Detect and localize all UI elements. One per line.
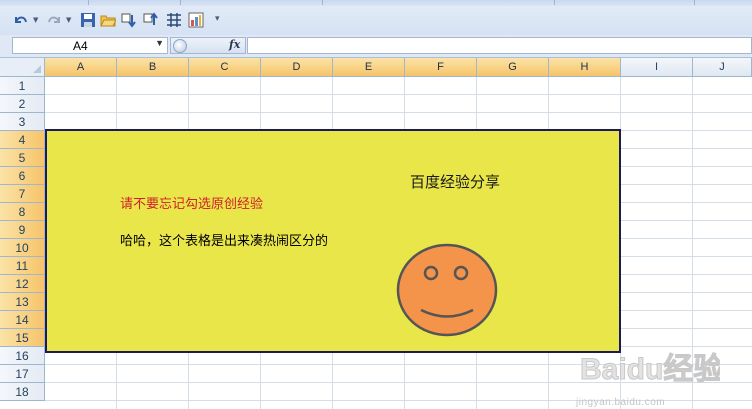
sheet-title: 百度经验分享 bbox=[410, 173, 501, 191]
chevron-down-icon[interactable]: ▼ bbox=[155, 38, 164, 48]
row-header-9[interactable]: 9 bbox=[0, 221, 45, 239]
column-header-f[interactable]: F bbox=[405, 58, 477, 77]
column-header-c[interactable]: C bbox=[189, 58, 261, 77]
table-icon[interactable] bbox=[166, 12, 182, 28]
ribbon-tab-segment bbox=[0, 0, 89, 5]
sort-descending-icon[interactable] bbox=[143, 12, 159, 28]
redo-icon[interactable] bbox=[46, 12, 62, 28]
smiley-face-icon[interactable] bbox=[396, 243, 498, 337]
insert-function-button[interactable]: fx bbox=[229, 38, 240, 51]
ribbon-tab-segment bbox=[556, 0, 695, 5]
undo-icon[interactable] bbox=[13, 12, 29, 28]
ribbon-tab-segment bbox=[324, 0, 555, 5]
worksheet-grid: ABCDEFGHIJ 1 2 3 4 5 6 7 8 9 10 11 12 13 14 15 16 17 18 百… bbox=[0, 58, 752, 409]
column-header-g[interactable]: G bbox=[477, 58, 549, 77]
row-header-8[interactable]: 8 bbox=[0, 203, 45, 221]
column-header-e[interactable]: E bbox=[333, 58, 405, 77]
quick-access-toolbar: ▼ ▼ ▾ bbox=[0, 0, 752, 36]
row-header-3[interactable]: 3 bbox=[0, 113, 45, 131]
column-header-h[interactable]: H bbox=[549, 58, 621, 77]
row-header-5[interactable]: 5 bbox=[0, 149, 45, 167]
name-box[interactable]: A4 ▼ bbox=[12, 37, 168, 54]
grid-row-line bbox=[45, 112, 752, 113]
note-text: 哈哈，这个表格是出来凑热闹区分的 bbox=[120, 234, 329, 249]
row-header-16[interactable]: 16 bbox=[0, 347, 45, 365]
row-header-7[interactable]: 7 bbox=[0, 185, 45, 203]
chart-icon[interactable] bbox=[188, 12, 204, 28]
save-icon[interactable] bbox=[80, 12, 96, 28]
column-header-i[interactable]: I bbox=[621, 58, 693, 77]
column-header-a[interactable]: A bbox=[45, 58, 117, 77]
formula-input[interactable] bbox=[247, 37, 752, 54]
row-header-13[interactable]: 13 bbox=[0, 293, 45, 311]
row-header-1[interactable]: 1 bbox=[0, 77, 45, 95]
column-header-d[interactable]: D bbox=[261, 58, 333, 77]
open-icon[interactable] bbox=[100, 12, 116, 28]
row-header-10[interactable]: 10 bbox=[0, 239, 45, 257]
customize-icon[interactable]: ▾ bbox=[215, 14, 220, 24]
sort-ascending-icon[interactable] bbox=[121, 12, 137, 28]
row-header-11[interactable]: 11 bbox=[0, 257, 45, 275]
row-header-4[interactable]: 4 bbox=[0, 131, 45, 149]
watermark-subtext: jingyan.baidu.com bbox=[576, 397, 666, 408]
formula-controls: fx bbox=[170, 37, 246, 54]
select-all-icon bbox=[33, 65, 41, 73]
redo-dropdown-icon[interactable]: ▼ bbox=[66, 16, 71, 24]
grid-row-line bbox=[45, 94, 752, 95]
formula-bar: A4 ▼ fx bbox=[0, 35, 752, 58]
row-header-17[interactable]: 17 bbox=[0, 365, 45, 383]
undo-dropdown-icon[interactable]: ▼ bbox=[33, 16, 38, 24]
expand-knob-icon[interactable] bbox=[173, 39, 187, 53]
name-box-value: A4 bbox=[73, 39, 88, 53]
column-header-j[interactable]: J bbox=[693, 58, 752, 77]
row-header-15[interactable]: 15 bbox=[0, 329, 45, 347]
row-header-6[interactable]: 6 bbox=[0, 167, 45, 185]
row-header-12[interactable]: 12 bbox=[0, 275, 45, 293]
reminder-text: 请不要忘记勾选原创经验 bbox=[120, 197, 264, 212]
column-header-b[interactable]: B bbox=[117, 58, 189, 77]
row-header-18[interactable]: 18 bbox=[0, 383, 45, 401]
select-all-button[interactable] bbox=[0, 58, 45, 77]
watermark-logo-text: Baidu经验 bbox=[580, 352, 720, 386]
ribbon-tab-segment bbox=[90, 0, 181, 5]
row-header-14[interactable]: 14 bbox=[0, 311, 45, 329]
row-header-2[interactable]: 2 bbox=[0, 95, 45, 113]
baidu-watermark-logo: Baidu经验 bbox=[580, 352, 720, 387]
ribbon-tab-segment bbox=[182, 0, 323, 5]
